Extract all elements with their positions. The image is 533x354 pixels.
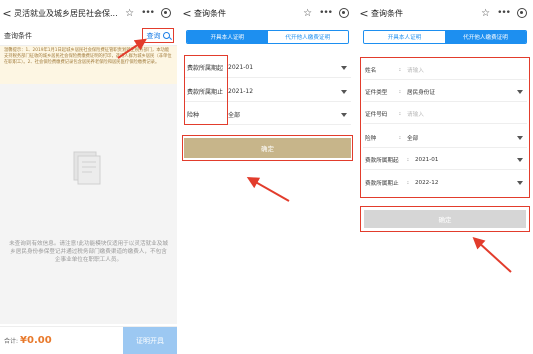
total-label: 合计: — [4, 338, 19, 345]
query-section-label: 查询条件 — [4, 31, 32, 40]
panel-other-proof: < 查询条件 ☆ ••• 开具本人证明 代开他人缴费证明 姓名 : 请输入 证件… — [357, 0, 533, 354]
field-label: 费款所属期止 — [365, 181, 399, 187]
field-value: 全部 — [407, 135, 419, 142]
chevron-down-icon — [517, 181, 523, 185]
query-button-label: 查询 — [146, 31, 161, 40]
id-type-select[interactable]: 证件类型 : 居民身份证 — [363, 82, 527, 102]
field-label: 险种 — [365, 135, 377, 142]
notice-banner: 温馨提示：1、2019年1月1日起城乡居民社会保险费征管职责划转至税务部门，本功… — [0, 46, 177, 84]
id-number-placeholder: 请输入 — [407, 111, 424, 118]
back-icon[interactable]: < — [357, 7, 371, 20]
top-bar: < 灵活就业及城乡居民社会保... ☆ ••• — [0, 0, 177, 26]
tab-other-proof[interactable]: 代开他人缴费证明 — [267, 31, 348, 43]
insurance-type-select[interactable]: 险种 : 全部 — [363, 128, 527, 148]
period-end-select[interactable]: 费款所属期止 : 2022-12 — [363, 173, 527, 193]
back-icon[interactable]: < — [0, 7, 14, 20]
confirm-highlight-box — [360, 206, 530, 232]
field-label: 姓名 — [365, 67, 377, 74]
star-icon[interactable]: ☆ — [303, 8, 312, 19]
target-icon[interactable] — [517, 8, 527, 18]
star-icon[interactable]: ☆ — [125, 8, 134, 19]
proof-tabs: 开具本人证明 代开他人缴费证明 — [363, 30, 527, 44]
tab-own-proof[interactable]: 开具本人证明 — [187, 31, 268, 43]
confirm-highlight-box — [182, 135, 353, 161]
field-label: 费款所属期起 — [365, 157, 399, 164]
page-title: 查询条件 — [371, 8, 403, 18]
chevron-down-icon — [341, 89, 347, 94]
query-button[interactable]: 查询 — [142, 28, 174, 43]
chevron-down-icon — [517, 135, 523, 140]
footer-bar: 合计: ¥0.00 证明开具 — [0, 326, 177, 354]
chevron-down-icon — [517, 157, 523, 162]
issue-proof-button[interactable]: 证明开具 — [123, 327, 177, 354]
proof-tabs: 开具本人证明 代开他人缴费证明 — [186, 30, 349, 44]
star-icon[interactable]: ☆ — [481, 8, 490, 19]
field-value: 2022-12 — [415, 180, 439, 186]
document-icon — [73, 151, 101, 185]
chevron-down-icon — [341, 65, 347, 70]
id-number-field[interactable]: 证件号码 : 请输入 — [363, 104, 527, 124]
target-icon[interactable] — [339, 8, 349, 18]
result-area: 未查询到有效信息。请注意!此功能模块仅适用于以灵活就业及城乡居民身份参保登记并通… — [0, 84, 177, 324]
field-value: 2021-01 — [228, 64, 254, 71]
panel-query-list: < 灵活就业及城乡居民社会保... ☆ ••• 查询条件 查询 温馨提示：1、2… — [0, 0, 177, 354]
empty-message: 未查询到有效信息。请注意!此功能模块仅适用于以灵活就业及城乡居民身份参保登记并通… — [9, 241, 168, 263]
more-icon[interactable]: ••• — [141, 8, 155, 18]
name-field[interactable]: 姓名 : 请输入 — [363, 60, 527, 80]
total-value: ¥0.00 — [20, 335, 52, 346]
top-bar: < 查询条件 ☆ ••• — [180, 0, 355, 26]
page-title: 灵活就业及城乡居民社会保... — [14, 8, 118, 18]
field-label: 证件类型 — [365, 89, 388, 96]
target-icon[interactable] — [161, 8, 171, 18]
name-input-placeholder: 请输入 — [407, 67, 424, 74]
field-value: 2021-12 — [228, 88, 254, 95]
field-label: 证件号码 — [365, 111, 388, 118]
field-value: 全部 — [228, 112, 241, 119]
period-start-select[interactable]: 费款所属期起 : 2021-01 — [363, 150, 527, 170]
search-icon — [162, 32, 170, 39]
page-title: 查询条件 — [194, 8, 226, 18]
field-value: 居民身份证 — [407, 89, 435, 96]
label-highlight-box — [184, 55, 228, 125]
tab-own-proof[interactable]: 开具本人证明 — [364, 31, 445, 43]
panel-own-proof: < 查询条件 ☆ ••• 开具本人证明 代开他人缴费证明 费款所属期起 2021… — [180, 0, 355, 354]
field-value: 2021-01 — [415, 156, 439, 163]
tab-other-proof[interactable]: 代开他人缴费证明 — [445, 31, 526, 43]
more-icon[interactable]: ••• — [319, 8, 333, 18]
back-icon[interactable]: < — [180, 7, 194, 20]
top-bar: < 查询条件 ☆ ••• — [357, 0, 533, 26]
more-icon[interactable]: ••• — [497, 8, 511, 18]
chevron-down-icon — [517, 89, 523, 94]
chevron-down-icon — [341, 112, 347, 117]
